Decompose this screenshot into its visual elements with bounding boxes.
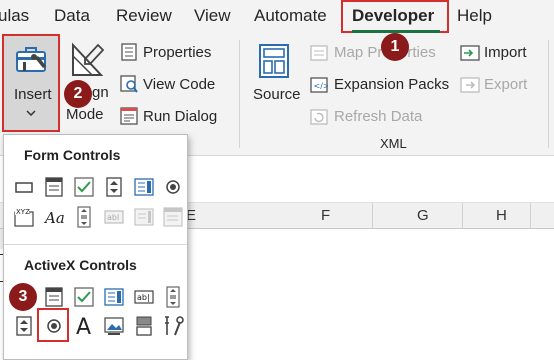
activex-spin-button-icon[interactable] <box>13 315 35 337</box>
activex-more-controls-icon[interactable] <box>162 315 184 337</box>
expansion-packs-icon: </> <box>310 77 328 93</box>
menu-bar: ulas Data Review View Automate Developer… <box>0 0 554 34</box>
step-callout-1: 1 <box>381 33 409 61</box>
group-label-xml: XML <box>380 136 407 151</box>
view-code-icon <box>120 75 138 93</box>
activex-list-box-icon[interactable] <box>103 286 125 308</box>
group-separator <box>239 40 240 148</box>
run-dialog-icon <box>120 107 138 125</box>
activex-checkbox-icon[interactable] <box>73 286 95 308</box>
insert-label: Insert <box>14 86 52 103</box>
group-separator <box>548 40 549 148</box>
insert-controls-button[interactable]: Insert <box>2 34 60 132</box>
activex-scroll-bar-icon[interactable] <box>162 286 184 308</box>
column-header-h[interactable]: H <box>496 207 507 224</box>
menu-formulas[interactable]: ulas <box>0 6 29 26</box>
textbox-glyph-text: ab| <box>137 293 150 302</box>
menu-data[interactable]: Data <box>54 6 90 26</box>
form-group-box-icon[interactable]: XYZ <box>13 206 35 228</box>
menu-review[interactable]: Review <box>116 6 172 26</box>
activex-option-button-icon[interactable] <box>43 315 65 337</box>
insert-controls-dropdown: Form Controls XYZ Aa abl ActiveX Control… <box>3 134 188 360</box>
form-text-field-icon-disabled: abl <box>103 206 125 228</box>
map-properties-icon <box>310 45 328 61</box>
aa-text: Aa <box>43 209 65 227</box>
design-mode-label-bottom: Mode <box>66 106 104 123</box>
form-combo-box-icon[interactable] <box>43 176 65 198</box>
view-code-button[interactable]: View Code <box>143 76 215 93</box>
activex-text-box-icon[interactable]: ab| <box>133 286 155 308</box>
import-icon <box>460 45 480 61</box>
source-label: Source <box>253 86 301 103</box>
refresh-data-button[interactable]: Refresh Data <box>334 108 422 125</box>
chevron-down-icon <box>26 110 36 116</box>
column-header-g[interactable]: G <box>417 207 429 224</box>
activex-image-icon[interactable] <box>103 315 125 337</box>
export-icon <box>460 77 480 93</box>
form-scroll-bar-icon[interactable] <box>73 206 95 228</box>
menu-automate[interactable]: Automate <box>254 6 327 26</box>
design-mode-label-top: gn <box>92 84 109 101</box>
activex-combo-box-icon[interactable] <box>43 286 65 308</box>
activex-toggle-button-icon[interactable] <box>133 315 155 337</box>
label-a-text: A <box>76 315 91 337</box>
form-list-box-icon[interactable] <box>133 176 155 198</box>
menu-developer[interactable]: Developer <box>352 6 434 26</box>
step-callout-3: 3 <box>9 283 37 311</box>
xyz-text: XYZ <box>16 208 30 216</box>
expansion-packs-button[interactable]: Expansion Packs <box>334 76 449 93</box>
activex-label-icon[interactable]: A <box>73 313 95 337</box>
column-divider <box>372 203 373 229</box>
form-spin-button-icon[interactable] <box>103 176 125 198</box>
form-checkbox-icon[interactable] <box>73 176 95 198</box>
source-icon[interactable] <box>258 44 290 78</box>
form-combo-dropdown-icon-disabled <box>162 206 184 228</box>
dropdown-separator <box>4 244 187 245</box>
toolbox-icon <box>16 47 46 72</box>
column-header-f[interactable]: F <box>321 207 330 224</box>
column-divider <box>462 203 463 229</box>
step-callout-2: 2 <box>64 80 92 108</box>
export-button[interactable]: Export <box>484 76 527 93</box>
design-mode-icon[interactable] <box>70 42 104 78</box>
form-controls-title: Form Controls <box>24 147 121 163</box>
form-button-control-icon[interactable] <box>13 176 35 198</box>
refresh-data-icon <box>310 109 328 125</box>
menu-help[interactable]: Help <box>457 6 492 26</box>
form-label-icon[interactable]: Aa <box>43 206 69 228</box>
properties-icon <box>121 43 137 61</box>
activex-controls-title: ActiveX Controls <box>24 257 137 273</box>
properties-button[interactable]: Properties <box>143 44 211 61</box>
import-button[interactable]: Import <box>484 44 527 61</box>
svg-text:abl: abl <box>107 213 119 222</box>
form-combo-list-icon-disabled <box>133 206 155 228</box>
menu-view[interactable]: View <box>194 6 231 26</box>
column-divider <box>530 203 531 229</box>
run-dialog-button[interactable]: Run Dialog <box>143 108 217 125</box>
svg-text:</>: </> <box>314 82 329 91</box>
form-option-button-icon[interactable] <box>162 176 184 198</box>
